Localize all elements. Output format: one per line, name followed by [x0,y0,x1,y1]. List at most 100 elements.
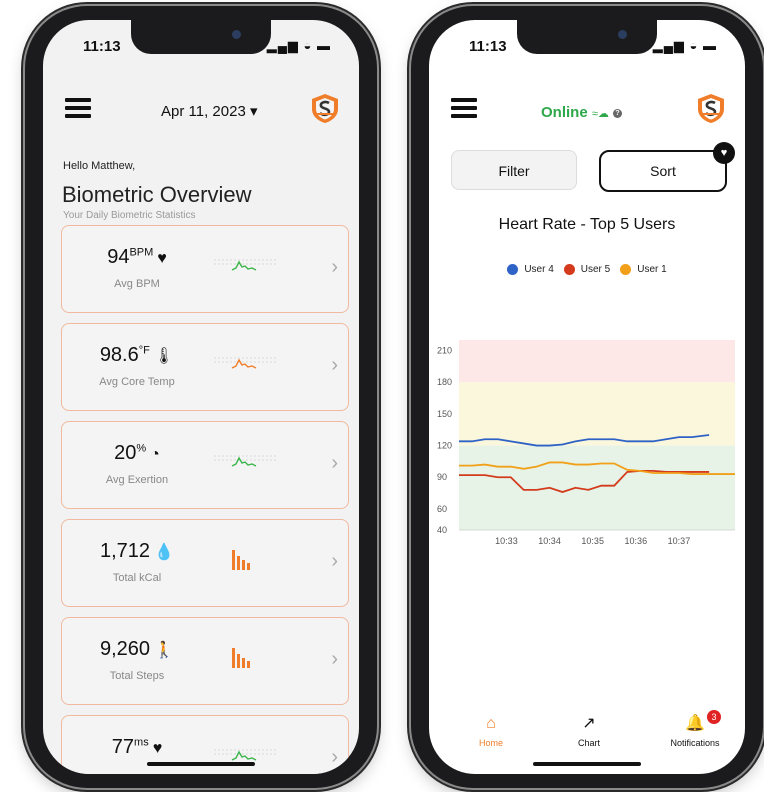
chart-icon: ↗ [582,715,596,732]
metric-label: Avg Core Temp [99,376,175,388]
heart-icon: ♥ [157,250,167,267]
metric-label: Total Steps [109,670,165,682]
y-tick-label: 120 [437,441,452,451]
metric-value-row: 1,712 💧 [62,540,212,563]
x-tick-label: 10:33 [495,536,518,546]
x-tick-label: 10:36 [625,536,648,546]
status-time: 11:13 [83,38,121,55]
bell-icon: 🔔 [685,715,705,732]
cloud-sync-icon: ≈☁ [591,108,609,120]
chart-legend: User 4 User 5 User 1 [429,264,745,275]
metric-label: Avg BPM [114,278,160,290]
metric-value: 1,712 [100,540,151,562]
filter-button[interactable]: Filter [451,150,577,190]
camera-icon [232,30,241,39]
y-tick-label: 40 [437,525,447,535]
legend-label: User 4 [524,264,554,276]
y-tick-label: 60 [437,504,447,514]
legend-item[interactable]: User 4 [507,264,554,276]
chevron-right-icon: › [331,746,338,768]
notch [131,20,271,54]
metric-card[interactable]: 1,712 💧 Total kCal › [61,519,349,607]
heart-rate-chart: 40 60 90 120 150 180 210 10:33 10:34 10:35 10:36 10… [437,340,735,546]
chevron-down-icon: ▾ [249,103,258,120]
home-icon: ⌂ [486,715,496,732]
legend-label: User 5 [580,264,611,276]
greeting: Hello Matthew, [63,160,136,172]
sparkline [214,259,278,271]
status-time: 11:13 [469,38,507,55]
home-indicator [147,762,255,766]
status-icons: ▂▄▆ ◒ ▬ [266,38,331,53]
date-value: Apr 11, 2023 [161,103,246,120]
page-title: Biometric Overview [62,182,252,207]
sparkline [214,357,278,369]
tab-notifications[interactable]: 🔔 Notifications 3 [645,710,745,748]
tab-label: Home [478,738,503,748]
tab-label: Chart [577,738,600,748]
legend-dot [507,264,519,275]
metric-card[interactable]: 9,260 🚶 Total Steps › [61,617,349,705]
metric-value-row: 9,260 🚶 [62,638,212,661]
date-selector[interactable]: Apr 11, 2023 ▾ [161,102,258,120]
metric-card[interactable]: 98.6°F 🌡 Avg Core Temp › [61,323,349,411]
metric-unit: BPM [129,246,154,259]
online-label: Online [541,104,588,121]
tab-home[interactable]: ⌂ Home [441,714,541,748]
y-tick-label: 180 [437,377,452,387]
legend-dot [620,264,632,275]
gauge-icon: ◔ [150,446,160,463]
metric-value: 20 [114,442,137,464]
sort-button[interactable]: Sort [599,150,727,192]
metric-label: Total kCal [112,572,162,584]
shield-logo [312,94,338,123]
menu-icon[interactable] [451,98,477,118]
home-indicator [533,762,641,766]
right-phone: 11:13 ▂▄▆ ◒ ▬ Online ≈☁ ? Filter Sort ♥ … [411,6,763,788]
heart-pulse-icon: ♥ [152,740,163,757]
legend-item[interactable]: User 5 [563,264,611,276]
y-tick-label: 210 [437,346,452,356]
tab-bar: ⌂ Home ↗ Chart 🔔 Notifications 3 [429,710,745,770]
y-tick-label: 90 [437,472,447,482]
sparkline [232,648,250,668]
page-subtitle: Your Daily Biometric Statistics [63,210,196,221]
info-icon[interactable]: ? [613,108,623,118]
legend-dot [563,264,575,275]
tab-label: Notifications [670,738,720,748]
chevron-right-icon: › [331,354,338,376]
metric-value: 94 [107,246,130,268]
notification-badge: 3 [707,710,721,724]
notch [517,20,657,54]
chevron-right-icon: › [331,452,338,474]
tab-chart[interactable]: ↗ Chart [539,714,639,748]
chart-title: Heart Rate - Top 5 Users [498,216,676,233]
camera-icon [618,30,627,39]
left-phone: 11:13 ▂▄▆ ◒ ▬ Apr 11, 2023 ▾ Hello Matth… [25,6,377,788]
metric-value: 9,260 [100,638,151,660]
app-header: Apr 11, 2023 ▾ [43,90,359,130]
metric-card[interactable]: 20% ◔ Avg Exertion › [61,421,349,509]
heart-badge-icon: ♥ [713,142,735,164]
metric-value-row: 77ms ♥ [62,736,212,759]
connection-status: Online ≈☁ ? [541,104,623,121]
metric-value-row: 98.6°F 🌡 [62,344,212,367]
menu-icon[interactable] [65,98,91,118]
shield-logo [698,94,724,123]
left-screen: 11:13 ▂▄▆ ◒ ▬ Apr 11, 2023 ▾ Hello Matth… [43,20,359,774]
metric-value: 98.6 [99,344,139,366]
sparkline [232,550,250,570]
x-tick-label: 10:34 [538,536,561,546]
metric-value-row: 20% ◔ [62,442,212,465]
metric-label: Avg Exertion [105,474,169,486]
metric-value-row: 94BPM ♥ [62,246,212,269]
legend-item[interactable]: User 1 [620,264,667,275]
app-header: Online ≈☁ ? [429,90,745,130]
walking-icon: 🚶 [154,642,174,659]
sparkline [214,455,278,467]
metric-value: 77 [111,736,135,758]
zone-band [459,340,735,383]
right-screen: 11:13 ▂▄▆ ◒ ▬ Online ≈☁ ? Filter Sort ♥ … [429,20,745,774]
chevron-right-icon: › [331,550,338,572]
metric-card[interactable]: 94BPM ♥ Avg BPM › [61,225,349,313]
